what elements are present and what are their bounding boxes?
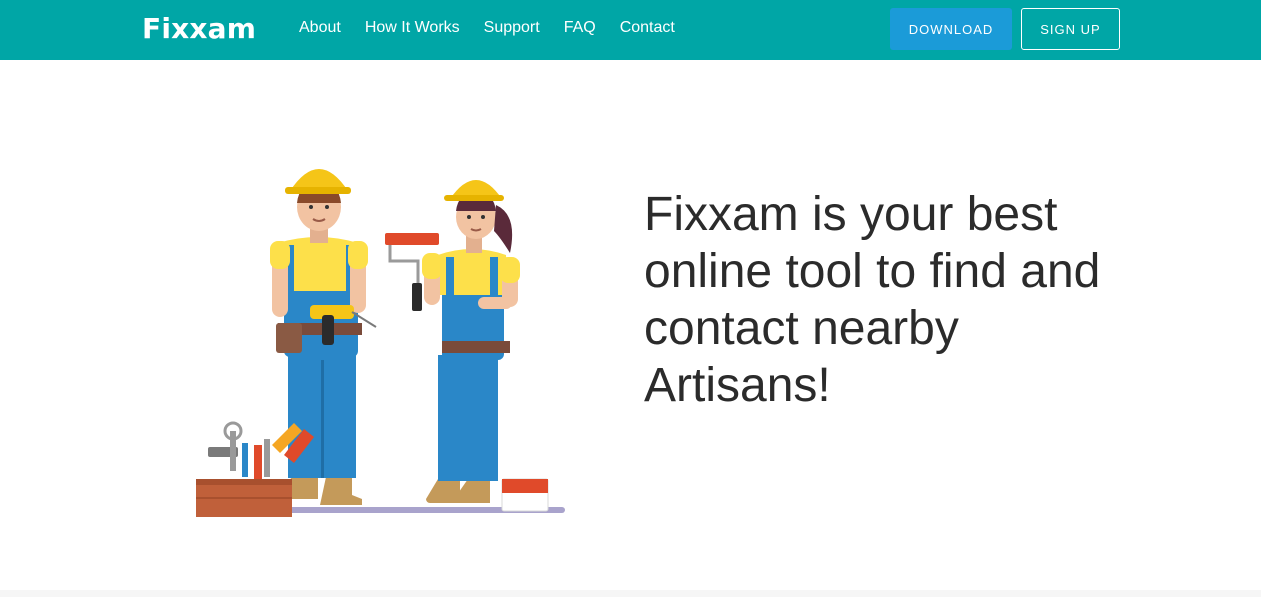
nav-link-support[interactable]: Support	[484, 18, 540, 38]
woman-worker	[385, 180, 520, 503]
download-button[interactable]: DOWNLOAD	[890, 8, 1012, 50]
artisans-illustration	[196, 169, 565, 517]
nav-link-contact[interactable]: Contact	[620, 18, 675, 38]
navbar: Fixxam About How It Works Support FAQ Co…	[0, 0, 1261, 60]
section-divider	[0, 590, 1261, 597]
nav-link-about[interactable]: About	[299, 18, 341, 38]
paint-bucket	[501, 478, 549, 512]
nav-link-how-it-works[interactable]: How It Works	[365, 18, 460, 38]
nav-link-faq[interactable]: FAQ	[564, 18, 596, 38]
hero-headline: Fixxam is your best online tool to find …	[644, 188, 1101, 412]
brand-logo[interactable]: Fixxam	[142, 12, 256, 48]
sign-up-button[interactable]: SIGN UP	[1021, 8, 1120, 50]
nav-links: About How It Works Support FAQ Contact	[299, 18, 699, 38]
